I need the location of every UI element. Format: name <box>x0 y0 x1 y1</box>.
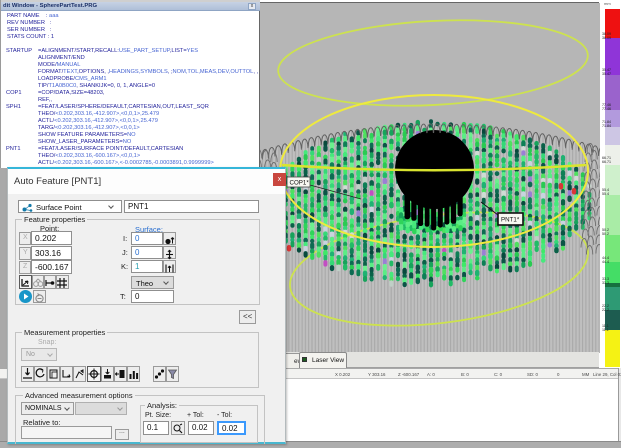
svg-text:COP1*: COP1* <box>290 180 310 187</box>
svg-text:PNT1*: PNT1* <box>501 217 520 224</box>
